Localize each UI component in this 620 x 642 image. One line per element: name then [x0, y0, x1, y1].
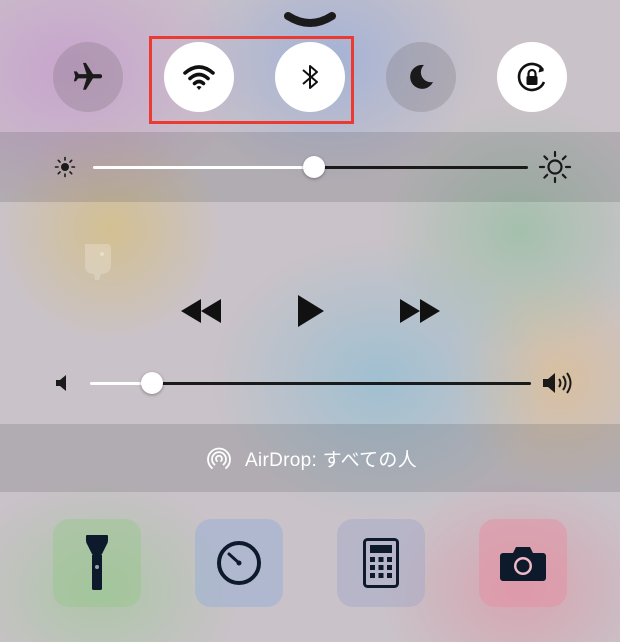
timer-button[interactable]	[195, 519, 283, 607]
do-not-disturb-toggle[interactable]	[386, 42, 456, 112]
calculator-button[interactable]	[337, 519, 425, 607]
brightness-empty-track	[314, 166, 528, 169]
moon-icon	[410, 64, 433, 89]
airdrop-label: AirDrop: すべての人	[244, 449, 418, 471]
airplane-mode-toggle[interactable]	[53, 42, 123, 112]
brightness-slider-knob[interactable]	[303, 156, 325, 178]
grabber-handle-icon[interactable]	[284, 8, 336, 30]
brightness-filled-track	[93, 166, 314, 169]
sun-small-icon	[54, 156, 76, 178]
rotation-lock-toggle[interactable]	[497, 42, 567, 112]
rewind-icon[interactable]	[180, 298, 222, 324]
play-icon[interactable]	[297, 294, 325, 328]
camera-icon	[500, 547, 546, 581]
wifi-bluetooth-highlight-box	[149, 36, 354, 124]
airdrop-button[interactable]: AirDrop: すべての人	[0, 424, 620, 492]
sun-large-icon	[538, 150, 572, 184]
speaker-high-icon	[543, 372, 572, 394]
elephant-app-icon[interactable]	[79, 240, 115, 282]
control-center: AirDrop: すべての人	[0, 0, 620, 642]
rotation-lock-icon	[517, 62, 546, 92]
airdrop-icon	[207, 447, 231, 469]
flashlight-icon	[86, 535, 108, 590]
speaker-low-icon	[56, 375, 66, 391]
camera-button[interactable]	[479, 519, 567, 607]
calculator-icon	[363, 538, 399, 588]
timer-icon	[217, 541, 261, 585]
flashlight-button[interactable]	[53, 519, 141, 607]
volume-slider-knob[interactable]	[141, 372, 163, 394]
airplane-icon	[73, 62, 103, 90]
volume-empty-track	[152, 382, 531, 385]
fast-forward-icon[interactable]	[399, 298, 441, 324]
